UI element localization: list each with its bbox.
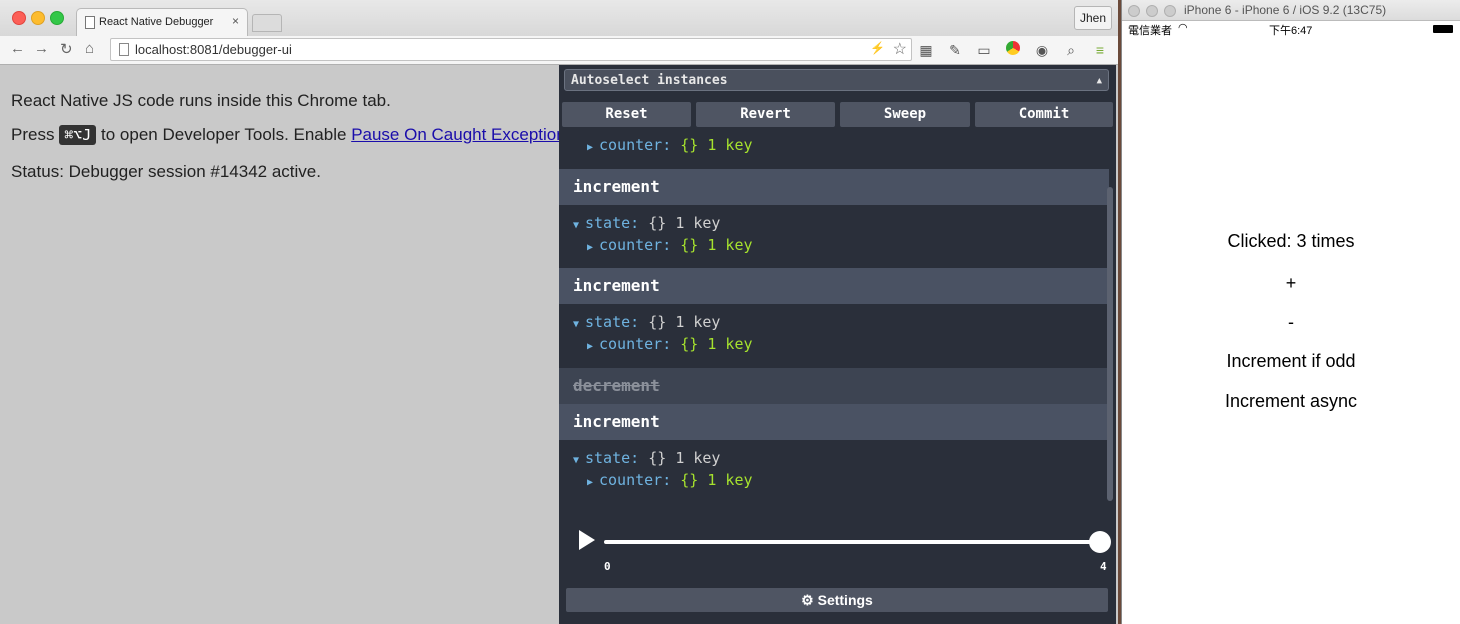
new-tab-button[interactable] <box>252 14 282 32</box>
state-child-row[interactable]: ▶ counter: {} 1 key <box>587 335 753 353</box>
chrome-window: React Native Debugger × Jhen ← → ↻ ⌂ loc… <box>0 0 1118 624</box>
state-child-row[interactable]: ▶ counter: {} 1 key <box>587 136 753 154</box>
battery-icon <box>1433 25 1453 33</box>
slider-thumb[interactable] <box>1089 531 1111 553</box>
menu-icon[interactable]: ≡ <box>1091 41 1109 59</box>
increment-if-odd-button[interactable]: Increment if odd <box>1146 351 1436 372</box>
maximize-window-button[interactable] <box>1164 5 1176 17</box>
minimize-window-button[interactable] <box>31 11 45 25</box>
extension-icon[interactable]: ✎ <box>946 41 964 59</box>
state-row[interactable]: ▼ state: {} 1 key <box>573 449 720 467</box>
status-text: Status: Debugger session #14342 active. <box>11 162 321 181</box>
simulator-title: iPhone 6 - iPhone 6 / iOS 9.2 (13C75) <box>1184 3 1387 17</box>
home-icon[interactable]: ⌂ <box>85 40 94 57</box>
time-label: 下午6:47 <box>1269 25 1313 37</box>
simulator-title-bar: iPhone 6 - iPhone 6 / iOS 9.2 (13C75) <box>1122 0 1460 21</box>
reset-button[interactable]: Reset <box>562 102 691 127</box>
cast-icon[interactable]: ▭ <box>975 41 993 59</box>
gear-icon: ⚙ <box>801 592 814 608</box>
slider-max-label: 4 <box>1100 560 1107 573</box>
state-child-row[interactable]: ▶ counter: {} 1 key <box>587 236 753 254</box>
sweep-button[interactable]: Sweep <box>840 102 970 127</box>
instance-select-value: Autoselect instances <box>571 73 728 88</box>
slider-track[interactable] <box>604 540 1099 544</box>
wifi-icon: ◠ <box>1178 22 1188 34</box>
play-icon[interactable] <box>579 530 595 550</box>
action-log: ▶ counter: {} 1 key increment ▼ state: {} … <box>559 131 1116 531</box>
page-icon <box>119 43 129 56</box>
profile-button[interactable]: Jhen <box>1074 6 1112 30</box>
action-item[interactable]: increment <box>559 169 1109 205</box>
pause-on-caught-exceptions-link[interactable]: Pause On Caught Exceptions <box>351 125 574 144</box>
settings-label: Settings <box>817 592 873 608</box>
close-window-button[interactable] <box>1128 5 1140 17</box>
shortcut-key: ⌘⌥J <box>59 125 97 145</box>
minimize-window-button[interactable] <box>1146 5 1158 17</box>
increment-async-button[interactable]: Increment async <box>1146 391 1436 412</box>
revert-button[interactable]: Revert <box>696 102 835 127</box>
app-screen: Clicked: 3 times + - Increment if odd In… <box>1146 38 1460 624</box>
devtools-hint: Press ⌘⌥J to open Developer Tools. Enabl… <box>11 125 574 145</box>
pocket-icon[interactable]: ◉ <box>1033 41 1051 59</box>
bolt-icon: ⚡ <box>870 41 885 55</box>
intro-text: React Native JS code runs inside this Ch… <box>11 91 391 110</box>
clicked-counter-text: Clicked: 3 times <box>1227 231 1355 251</box>
extension-icon[interactable]: ▦ <box>917 41 935 59</box>
tab-react-native-debugger[interactable]: React Native Debugger × <box>76 8 248 37</box>
collapse-arrow-icon[interactable]: ▼ <box>573 319 585 330</box>
star-icon[interactable]: ☆ <box>893 39 907 59</box>
url-text[interactable]: localhost:8081/debugger-ui <box>135 42 292 57</box>
redux-devtools-panel: Autoselect instances ▲ Reset Revert Swee… <box>559 65 1116 624</box>
select-arrows-icon: ▲ <box>1096 76 1102 86</box>
hint-prefix: Press <box>11 125 55 144</box>
log-scrollbar[interactable] <box>1107 187 1113 501</box>
commit-button[interactable]: Commit <box>975 102 1113 127</box>
action-item[interactable]: increment <box>559 268 1109 304</box>
skipped-action-item[interactable]: decrement <box>559 368 1109 404</box>
action-buttons: Reset Revert Sweep Commit <box>562 102 1114 127</box>
expand-arrow-icon[interactable]: ▶ <box>587 142 599 153</box>
instance-select[interactable]: Autoselect instances ▲ <box>564 69 1109 91</box>
expand-arrow-icon[interactable]: ▶ <box>587 477 599 488</box>
zoom-icon[interactable]: ⌕ <box>1062 41 1080 59</box>
state-child-row[interactable]: ▶ counter: {} 1 key <box>587 471 753 489</box>
document-icon <box>85 16 95 29</box>
forward-arrow-icon[interactable]: → <box>34 40 49 57</box>
tab-title: React Native Debugger <box>99 16 214 28</box>
expand-arrow-icon[interactable]: ▶ <box>587 341 599 352</box>
increment-button[interactable]: + <box>1146 273 1436 294</box>
collapse-arrow-icon[interactable]: ▼ <box>573 220 585 231</box>
state-row[interactable]: ▼ state: {} 1 key <box>573 313 720 331</box>
address-bar[interactable]: localhost:8081/debugger-ui ⚡ ☆ <box>110 38 912 61</box>
title-bar: React Native Debugger × Jhen <box>0 0 1118 37</box>
tab-close-icon[interactable]: × <box>232 14 239 28</box>
state-row[interactable]: ▼ state: {} 1 key <box>573 214 720 232</box>
slider-min-label: 0 <box>604 560 611 573</box>
hint-middle: to open Developer Tools. Enable <box>101 125 347 144</box>
chrome-extension-icon[interactable] <box>1004 41 1022 59</box>
action-item[interactable]: increment <box>559 404 1109 440</box>
collapse-arrow-icon[interactable]: ▼ <box>573 455 585 466</box>
back-arrow-icon[interactable]: ← <box>10 40 25 57</box>
expand-arrow-icon[interactable]: ▶ <box>587 242 599 253</box>
reload-icon[interactable]: ↻ <box>60 40 73 58</box>
ios-simulator-window: iPhone 6 - iPhone 6 / iOS 9.2 (13C75) 電信… <box>1121 0 1460 624</box>
settings-button[interactable]: ⚙ Settings <box>566 588 1108 612</box>
ios-status-bar: 電信業者 ◠ 下午6:47 <box>1122 20 1460 38</box>
carrier-label: 電信業者 <box>1128 25 1172 37</box>
decrement-button[interactable]: - <box>1146 312 1436 333</box>
close-window-button[interactable] <box>12 11 26 25</box>
time-slider: 0 4 <box>559 525 1116 585</box>
maximize-window-button[interactable] <box>50 11 64 25</box>
browser-toolbar: ← → ↻ ⌂ localhost:8081/debugger-ui ⚡ ☆ ▦… <box>0 36 1118 65</box>
